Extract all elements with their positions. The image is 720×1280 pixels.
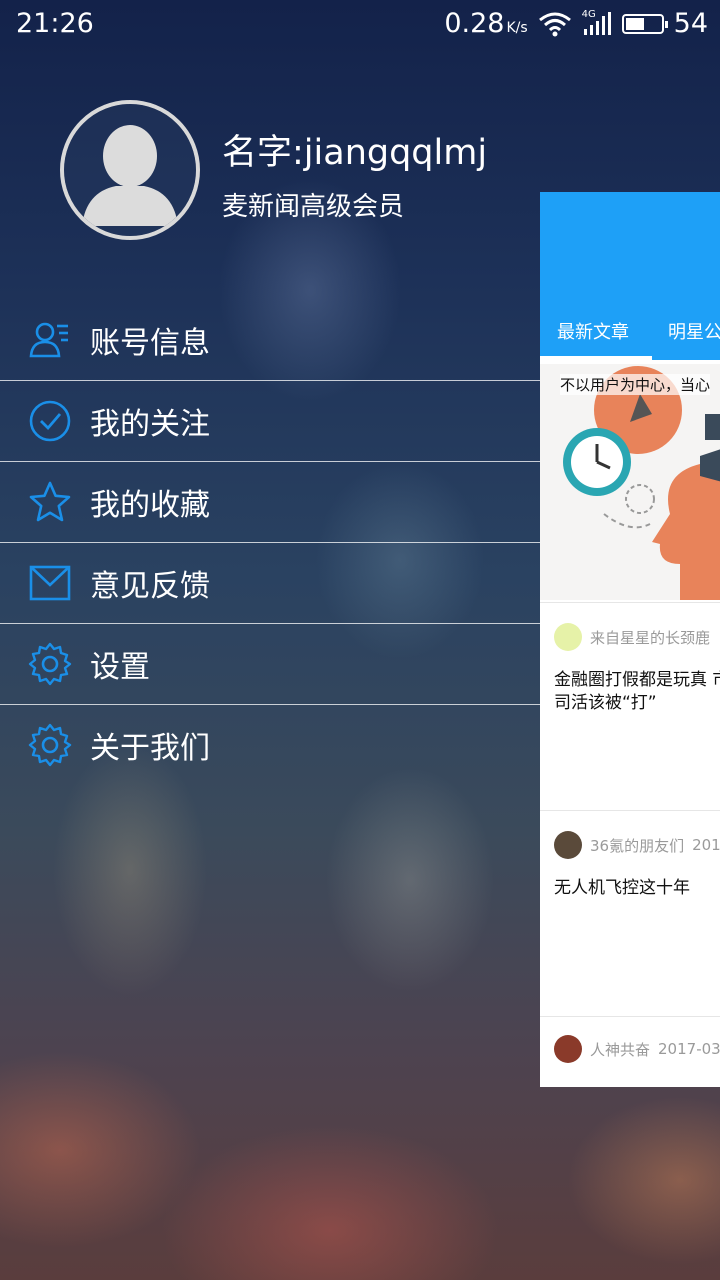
gear-icon	[28, 642, 72, 686]
tab-celebrity[interactable]: 明星公	[668, 318, 720, 344]
menu-item-label: 账号信息	[90, 326, 210, 361]
author-avatar	[554, 623, 582, 651]
battery-icon	[621, 13, 668, 34]
article-card[interactable]: 来自星星的长颈鹿 金融圈打假都是玩真 市公司活该被“打”	[540, 602, 720, 811]
article-date: 201	[692, 836, 720, 854]
status-icons: 0.28 K/s 4G 54	[444, 8, 708, 39]
net-speed: 0.28 K/s	[444, 8, 528, 39]
gear-icon	[28, 723, 72, 767]
check-circle-icon	[29, 400, 71, 442]
star-icon	[29, 481, 71, 522]
status-bar: 21:26 0.28 K/s 4G 54	[0, 0, 720, 48]
banner-caption: 不以用户为中心，当心	[560, 374, 711, 395]
avatar[interactable]	[60, 100, 200, 240]
content-header: 最新文章 明星公	[540, 192, 720, 362]
wifi-icon	[538, 12, 571, 36]
drawer-menu: 账号信息 我的关注 我的收藏 意见反馈 设置 关于我们	[0, 300, 540, 785]
membership-level: 麦新闻高级会员	[222, 192, 405, 222]
user-name: 名字:jiangqqlmj	[222, 133, 488, 173]
article-meta: 人神共奋 2017-03	[554, 1035, 720, 1063]
author-avatar	[554, 1035, 582, 1063]
status-time: 21:26	[16, 8, 94, 39]
menu-item-label: 意见反馈	[90, 569, 210, 604]
menu-item-favorites[interactable]: 我的收藏	[0, 462, 540, 543]
article-card[interactable]: 人神共奋 2017-03	[540, 1016, 720, 1087]
article-title: 无人机飞控这十年	[554, 878, 690, 898]
tab-indicator	[540, 356, 652, 362]
article-title: 金融圈打假都是玩真 市公司活该被“打”	[554, 670, 720, 713]
user-silhouette-icon	[64, 104, 196, 236]
menu-item-label: 关于我们	[90, 731, 210, 766]
mail-icon	[29, 565, 71, 601]
article-meta: 来自星星的长颈鹿	[554, 623, 710, 651]
main-content-panel[interactable]: 最新文章 明星公 不以用户为中心，当心 来自星星的长颈鹿 金融圈打假都是玩真 市…	[540, 192, 720, 1087]
battery-level: 54	[673, 8, 708, 39]
tab-latest-articles[interactable]: 最新文章	[557, 318, 629, 344]
author-avatar	[554, 831, 582, 859]
article-meta: 36氪的朋友们 201	[554, 831, 720, 859]
menu-item-feedback[interactable]: 意见反馈	[0, 543, 540, 624]
article-card[interactable]: 36氪的朋友们 201 无人机飞控这十年	[540, 810, 720, 1016]
menu-item-label: 我的收藏	[90, 488, 210, 523]
banner-illustration	[563, 366, 720, 600]
article-date: 2017-03	[658, 1040, 720, 1058]
menu-item-label: 我的关注	[90, 407, 210, 442]
article-source: 人神共奋	[590, 1040, 651, 1059]
menu-item-account-info[interactable]: 账号信息	[0, 300, 540, 381]
menu-item-about-us[interactable]: 关于我们	[0, 705, 540, 785]
signal-icon: 4G	[582, 9, 612, 37]
article-source: 来自星星的长颈鹿	[590, 628, 711, 647]
menu-item-settings[interactable]: 设置	[0, 624, 540, 705]
menu-item-label: 设置	[90, 650, 150, 685]
banner-image[interactable]: 不以用户为中心，当心	[540, 364, 720, 600]
menu-item-following[interactable]: 我的关注	[0, 381, 540, 462]
account-info-icon	[29, 322, 68, 358]
article-source: 36氪的朋友们	[590, 836, 685, 855]
